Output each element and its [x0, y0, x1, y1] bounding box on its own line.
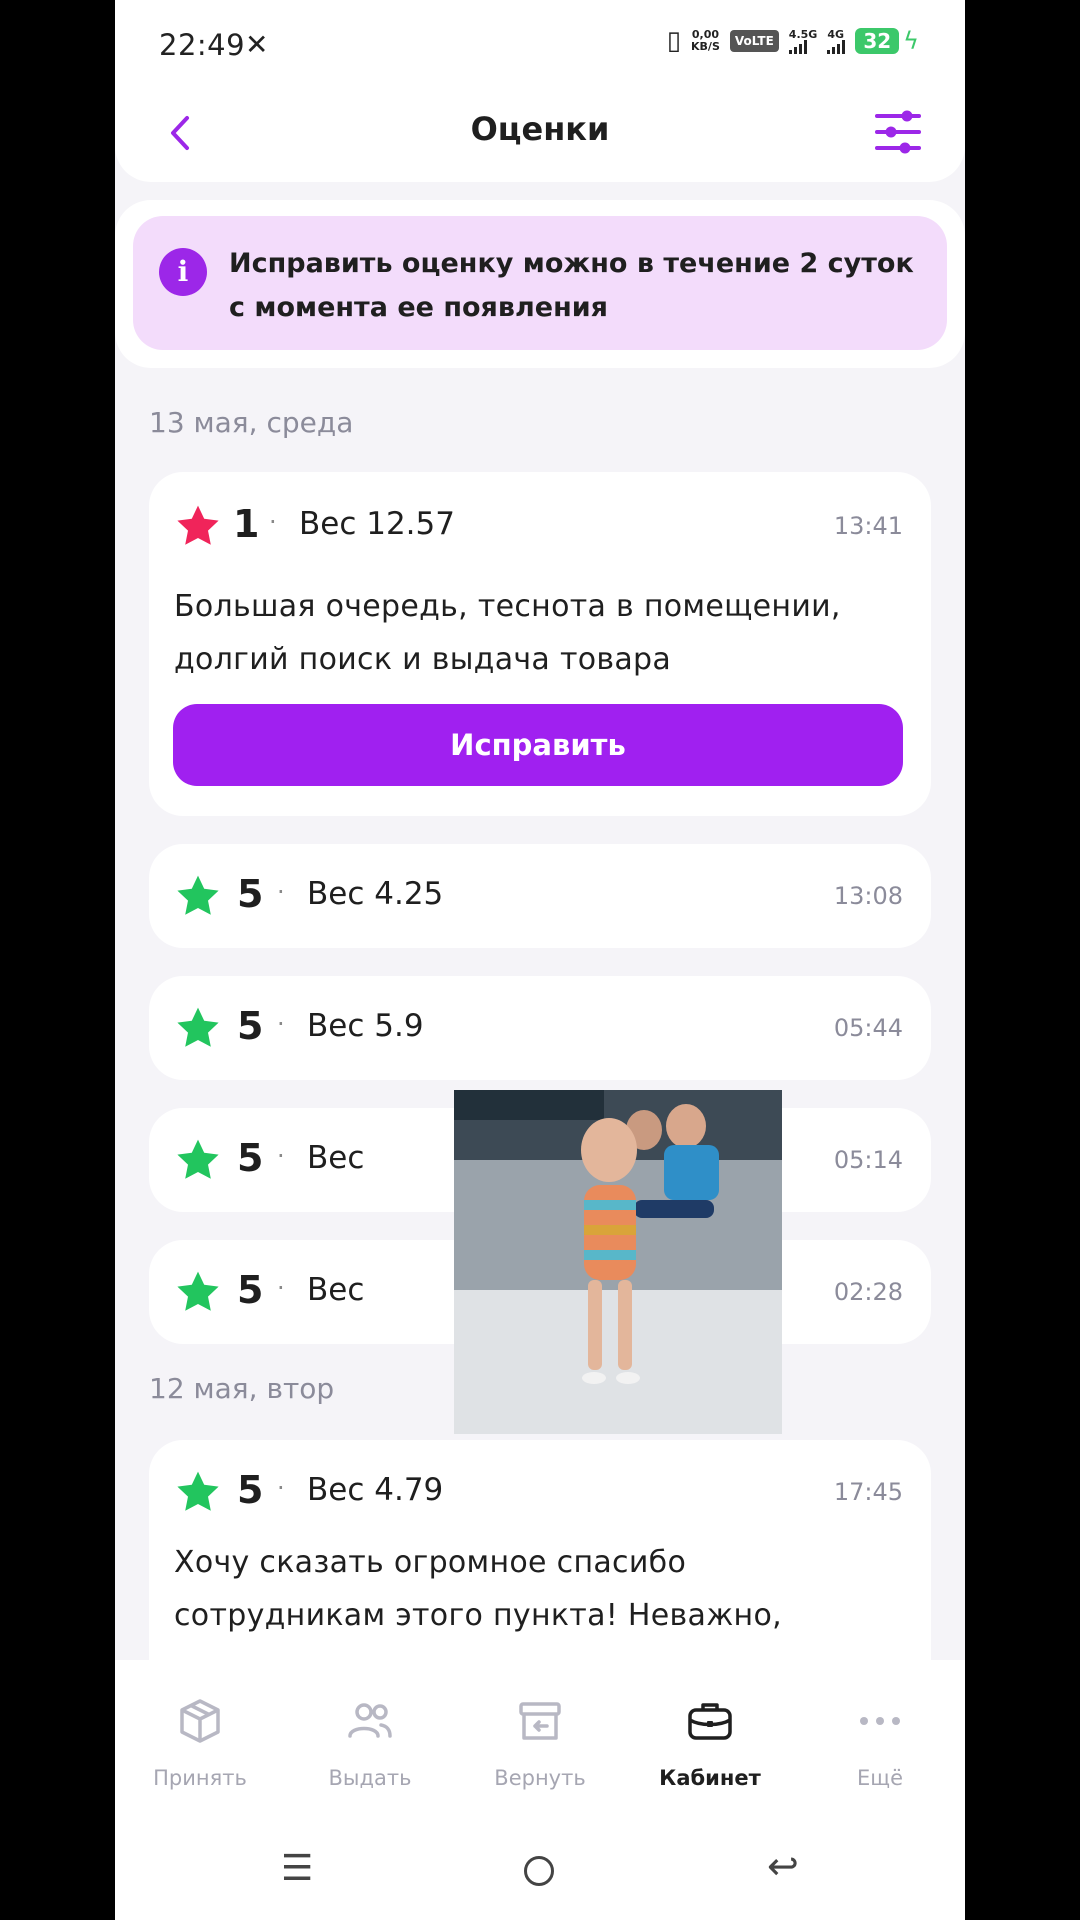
home-icon[interactable]: [524, 1856, 554, 1886]
rating-weight: Вес 12.57: [299, 506, 455, 542]
date-header: 12 мая, втор: [149, 1372, 335, 1405]
battery-icon: 32: [855, 28, 900, 54]
separator-dot: ·: [277, 1010, 285, 1038]
menu-icon[interactable]: ☰: [281, 1848, 313, 1889]
rating-score: 5: [237, 872, 264, 916]
users-icon: [348, 1703, 392, 1738]
nav-item-issue[interactable]: Выдать: [285, 1660, 455, 1810]
separator-dot: ·: [277, 1474, 285, 1502]
rating-weight: Вес: [307, 1140, 365, 1176]
video-frame-image: [454, 1090, 782, 1434]
charging-icon: ϟ: [903, 27, 919, 55]
sliders-icon: [875, 110, 921, 154]
rating-time: 17:45: [833, 1478, 903, 1506]
nav-label: Ещё: [857, 1766, 903, 1790]
separator-dot: ·: [277, 1274, 285, 1302]
star-icon: [177, 505, 219, 545]
rating-weight: Вес 4.25: [307, 876, 444, 912]
rating-card: 1 · Вес 12.57 13:41 Большая очередь, тес…: [149, 472, 931, 816]
app-screen: 22:49 ✕ ▯ 0,00 KB/S VoLTE 4.5G 4G 32 ϟ О…: [115, 0, 965, 1920]
signal-1-icon: 4.5G: [788, 29, 817, 54]
rating-time: 13:08: [833, 882, 903, 910]
rating-card[interactable]: 5 · Вес 4.25 13:08: [149, 844, 931, 948]
rating-time: 05:14: [833, 1146, 903, 1174]
system-navigation-bar: ☰ ↩: [115, 1810, 965, 1920]
rating-weight: Вес 5.9: [307, 1008, 424, 1044]
separator-dot: ·: [269, 508, 277, 536]
return-box-icon: [519, 1702, 561, 1740]
box-icon: [180, 1699, 220, 1743]
status-time: 22:49: [159, 28, 246, 62]
rating-time: 02:28: [833, 1278, 903, 1306]
rating-score: 5: [237, 1268, 264, 1312]
signal-2-icon: 4G: [827, 29, 846, 54]
nav-item-cabinet[interactable]: Кабинет: [625, 1660, 795, 1810]
rating-card[interactable]: 5 · Вес 5.9 05:44: [149, 976, 931, 1080]
star-icon: [177, 1271, 219, 1311]
vibrate-icon: ▯: [666, 26, 682, 56]
info-banner: i Исправить оценку можно в течение 2 сут…: [133, 216, 947, 350]
rating-comment: Хочу сказать огромное спасибо сотрудника…: [174, 1545, 782, 1633]
separator-dot: ·: [277, 1142, 285, 1170]
rating-time: 13:41: [833, 512, 903, 540]
volte-badge: VoLTE: [729, 30, 779, 52]
nav-label: Кабинет: [659, 1766, 761, 1790]
page-title: Оценки: [470, 110, 610, 148]
back-arrow-icon[interactable]: ↩: [767, 1844, 799, 1888]
nav-item-accept[interactable]: Принять: [115, 1660, 285, 1810]
fix-rating-button[interactable]: Исправить: [173, 704, 903, 786]
video-overlay[interactable]: [454, 1090, 782, 1434]
bottom-navigation: Принять Выдать Вернуть Кабинет Ещё: [115, 1660, 965, 1810]
rating-score: 5: [237, 1136, 264, 1180]
network-speed: 0,00 KB/S: [691, 28, 720, 53]
date-header: 13 мая, среда: [149, 406, 354, 439]
rating-score: 5: [237, 1004, 264, 1048]
top-app-bar: Оценки: [115, 92, 965, 182]
status-bar: 22:49 ✕ ▯ 0,00 KB/S VoLTE 4.5G 4G 32 ϟ: [115, 0, 965, 92]
rating-weight: Вес 4.79: [307, 1472, 444, 1508]
info-banner-text: Исправить оценку можно в течение 2 суток…: [229, 248, 914, 323]
rating-score: 5: [237, 1468, 264, 1512]
star-icon: [177, 1139, 219, 1179]
nav-label: Вернуть: [494, 1766, 586, 1790]
briefcase-icon: [688, 1703, 732, 1740]
filter-button[interactable]: [875, 108, 921, 156]
status-icons: ▯ 0,00 KB/S VoLTE 4.5G 4G 32 ϟ: [667, 26, 919, 56]
info-banner-container: i Исправить оценку можно в течение 2 сут…: [115, 200, 965, 368]
nav-item-return[interactable]: Вернуть: [455, 1660, 625, 1810]
star-icon: [177, 1471, 219, 1511]
separator-dot: ·: [277, 878, 285, 906]
rating-comment: Большая очередь, теснота в помещении, до…: [174, 589, 841, 677]
capcut-icon: ✕: [245, 28, 269, 61]
rating-score: 1: [233, 502, 260, 546]
star-icon: [177, 875, 219, 915]
nav-label: Принять: [153, 1766, 247, 1790]
rating-time: 05:44: [833, 1014, 903, 1042]
nav-item-more[interactable]: Ещё: [795, 1660, 965, 1810]
star-icon: [177, 1007, 219, 1047]
rating-weight: Вес: [307, 1272, 365, 1308]
nav-label: Выдать: [328, 1766, 412, 1790]
more-dots-icon: [860, 1717, 900, 1725]
info-icon: i: [159, 248, 207, 296]
